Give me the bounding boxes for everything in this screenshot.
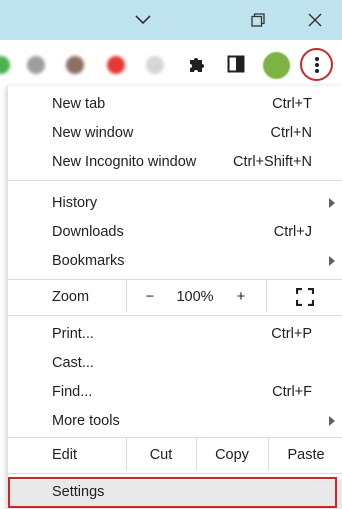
copy-button[interactable]: Copy — [197, 441, 267, 469]
menu-item-shortcut: Ctrl+P — [271, 325, 312, 342]
chrome-menu: New tab Ctrl+T New window Ctrl+N New Inc… — [7, 86, 342, 509]
title-bar — [0, 0, 342, 40]
extension-red-icon[interactable] — [107, 56, 125, 74]
menu-item-label: More tools — [52, 412, 120, 429]
extension-light-icon[interactable] — [146, 56, 164, 74]
menu-item-shortcut: Ctrl+N — [270, 124, 313, 141]
highlight-annotation — [8, 477, 337, 508]
menu-item-shortcut: Ctrl+T — [272, 95, 312, 112]
profile-avatar-button[interactable] — [261, 50, 291, 80]
menu-item-new-incognito-window[interactable]: New Incognito window Ctrl+Shift+N — [8, 147, 342, 176]
menu-item-label: Bookmarks — [52, 252, 125, 269]
submenu-arrow-icon — [329, 197, 335, 208]
menu-item-label: Find... — [52, 383, 93, 400]
edit-label: Edit — [52, 447, 77, 463]
extensions-button[interactable] — [184, 52, 208, 76]
side-panel-button[interactable] — [224, 52, 248, 76]
edit-row: Edit Cut Copy Paste — [8, 437, 342, 470]
divider — [126, 279, 127, 312]
divider — [266, 279, 267, 312]
zoom-out-button[interactable]: − — [138, 283, 162, 311]
menu-separator — [8, 473, 342, 474]
menu-item-label: New window — [52, 124, 134, 141]
zoom-label: Zoom — [52, 289, 90, 305]
close-button[interactable] — [292, 0, 338, 40]
extension-brown-icon[interactable] — [66, 56, 84, 74]
menu-item-shortcut: Ctrl+J — [273, 223, 312, 240]
menu-item-cast[interactable]: Cast... — [8, 348, 342, 377]
menu-separator — [8, 279, 342, 280]
menu-item-label: History — [52, 194, 98, 211]
menu-item-print[interactable]: Print... Ctrl+P — [8, 319, 342, 348]
menu-item-label: Downloads — [52, 223, 124, 240]
menu-item-label: New tab — [52, 95, 106, 112]
puzzle-icon — [190, 58, 204, 72]
more-vertical-icon — [314, 56, 319, 73]
menu-item-find[interactable]: Find... Ctrl+F — [8, 377, 342, 406]
close-icon — [308, 13, 322, 27]
menu-item-bookmarks[interactable]: Bookmarks — [8, 246, 342, 275]
menu-item-history[interactable]: History — [8, 188, 342, 217]
submenu-arrow-icon — [329, 415, 335, 426]
restore-button[interactable] — [235, 0, 281, 40]
avatar — [262, 51, 290, 79]
menu-separator — [8, 180, 342, 181]
tab-search-button[interactable] — [120, 0, 166, 40]
zoom-level: 100% — [176, 289, 214, 305]
chevron-down-icon — [135, 15, 151, 25]
menu-item-downloads[interactable]: Downloads Ctrl+J — [8, 217, 342, 246]
chrome-menu-button[interactable] — [300, 48, 333, 81]
menu-item-shortcut: Ctrl+Shift+N — [233, 153, 312, 170]
fullscreen-button[interactable] — [293, 283, 317, 311]
menu-item-new-window[interactable]: New window Ctrl+N — [8, 118, 342, 147]
paste-button[interactable]: Paste — [269, 441, 342, 469]
extension-grey-icon[interactable] — [27, 56, 45, 74]
menu-separator — [8, 437, 342, 438]
restore-icon — [251, 13, 265, 27]
menu-item-more-tools[interactable]: More tools — [8, 406, 342, 435]
menu-item-label: Print... — [52, 325, 94, 342]
zoom-row: Zoom − 100% + — [8, 279, 342, 312]
zoom-in-button[interactable]: + — [229, 283, 253, 311]
menu-item-new-tab[interactable]: New tab Ctrl+T — [8, 89, 342, 118]
menu-item-label: Cast... — [52, 354, 94, 371]
menu-separator — [8, 315, 342, 316]
menu-item-label: New Incognito window — [52, 153, 197, 170]
side-panel-icon — [227, 55, 245, 73]
menu-item-shortcut: Ctrl+F — [272, 383, 312, 400]
fullscreen-icon — [296, 288, 314, 306]
submenu-arrow-icon — [329, 255, 335, 266]
cut-button[interactable]: Cut — [127, 441, 195, 469]
